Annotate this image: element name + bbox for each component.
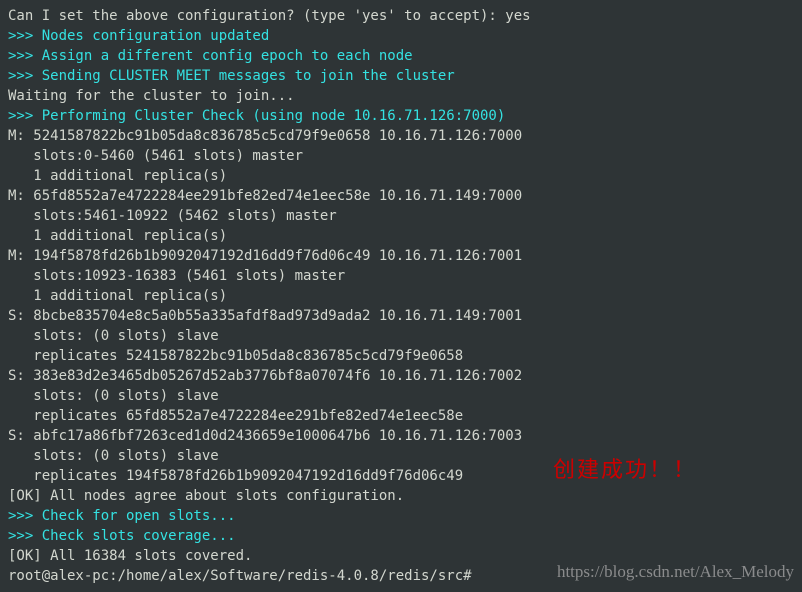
terminal-line: S: 8bcbe835704e8c5a0b55a335afdf8ad973d9a… [8,306,794,326]
terminal-line: >>> Nodes configuration updated [8,26,794,46]
terminal-line: 1 additional replica(s) [8,166,794,186]
terminal-output[interactable]: Can I set the above configuration? (type… [8,6,794,586]
terminal-line: >>> Performing Cluster Check (using node… [8,106,794,126]
terminal-line: M: 65fd8552a7e4722284ee291bfe82ed74e1eec… [8,186,794,206]
terminal-line: 1 additional replica(s) [8,286,794,306]
terminal-line: M: 5241587822bc91b05da8c836785c5cd79f9e0… [8,126,794,146]
terminal-line: >>> Check slots coverage... [8,526,794,546]
terminal-line: slots:0-5460 (5461 slots) master [8,146,794,166]
annotation-success: 创建成功！！ [553,460,697,480]
terminal-line: >>> Assign a different config epoch to e… [8,46,794,66]
terminal-line: slots:5461-10922 (5462 slots) master [8,206,794,226]
terminal-line: [OK] All nodes agree about slots configu… [8,486,794,506]
terminal-line: 1 additional replica(s) [8,226,794,246]
terminal-line: S: abfc17a86fbf7263ced1d0d2436659e100064… [8,426,794,446]
terminal-line: >>> Sending CLUSTER MEET messages to joi… [8,66,794,86]
terminal-line: replicates 5241587822bc91b05da8c836785c5… [8,346,794,366]
terminal-line: >>> Check for open slots... [8,506,794,526]
watermark-url: https://blog.csdn.net/Alex_Melody [557,562,794,582]
terminal-line: slots: (0 slots) slave [8,326,794,346]
terminal-line: slots: (0 slots) slave [8,386,794,406]
terminal-line: M: 194f5878fd26b1b9092047192d16dd9f76d06… [8,246,794,266]
terminal-line: Can I set the above configuration? (type… [8,6,794,26]
terminal-line: Waiting for the cluster to join... [8,86,794,106]
terminal-line: S: 383e83d2e3465db05267d52ab3776bf8a0707… [8,366,794,386]
terminal-line: slots:10923-16383 (5461 slots) master [8,266,794,286]
terminal-line: replicates 65fd8552a7e4722284ee291bfe82e… [8,406,794,426]
